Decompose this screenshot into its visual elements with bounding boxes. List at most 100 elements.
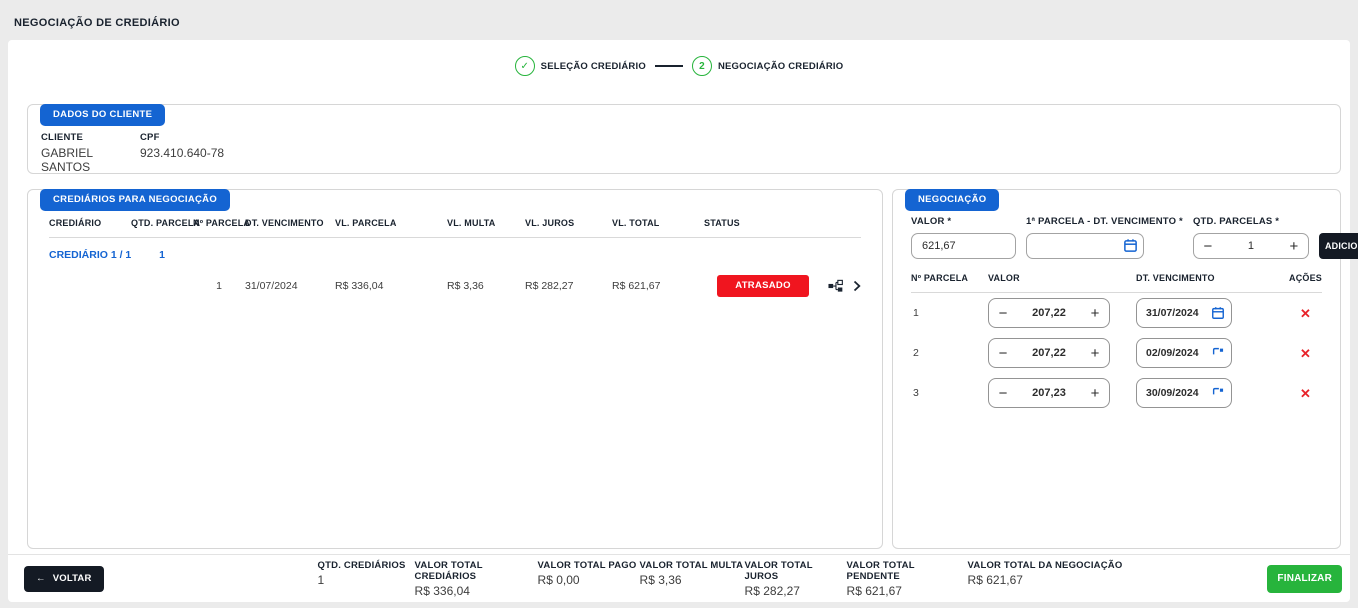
negociacao-form: VALOR * 1ª PARCELA - DT. VENCIMENTO * (911, 216, 1322, 259)
page-title: NEGOCIAÇÃO DE CREDIÁRIO (14, 17, 180, 29)
check-circle-icon: ✓ (515, 56, 535, 76)
step-negociacao-crediario: 2 NEGOCIAÇÃO CREDIÁRIO (692, 56, 843, 76)
minus-icon[interactable]: − (989, 386, 1017, 401)
qtd-parcelas-label: QTD. PARCELAS * (1193, 216, 1309, 227)
voltar-button[interactable]: ← VOLTAR (24, 566, 104, 592)
parcela-date-input[interactable] (1137, 379, 1201, 407)
calendar-icon[interactable] (1211, 386, 1225, 400)
total-valor-pendente: VALOR TOTAL PENDENTE R$ 621,67 (847, 560, 968, 598)
col-vl-total: VL. TOTAL (612, 218, 704, 228)
app-header: NEGOCIAÇÃO DE CREDIÁRIO (0, 0, 1358, 40)
cpf-value: 923.410.640-78 (140, 146, 224, 160)
calendar-icon[interactable] (1123, 238, 1138, 253)
delete-parcela-icon[interactable]: ✕ (1300, 307, 1311, 320)
plus-icon[interactable]: + (1081, 386, 1109, 401)
plus-icon[interactable]: + (1081, 306, 1109, 321)
row-vl-parcela: R$ 336,04 (335, 280, 447, 292)
expand-row-chevron-icon[interactable] (853, 280, 861, 292)
back-arrow-icon: ← (36, 573, 46, 584)
col-valor: VALOR (988, 273, 1136, 283)
qtd-parcelas-value[interactable] (1222, 240, 1280, 252)
total-qtd-crediarios: QTD. CREDIÁRIOS 1 (318, 560, 415, 598)
col-vl-multa: VL. MULTA (447, 218, 525, 228)
col-n-parcela: Nº PARCELA (193, 218, 245, 228)
parcela-number: 3 (911, 387, 988, 399)
parcela-row: 3 − + (911, 373, 1322, 413)
crediarios-panel-badge: CREDIÁRIOS PARA NEGOCIAÇÃO (40, 189, 230, 211)
total-valor-crediarios: VALOR TOTAL CREDIÁRIOS R$ 336,04 (415, 560, 538, 598)
parcela-valor-stepper: − + (988, 378, 1110, 408)
minus-icon[interactable]: − (989, 306, 1017, 321)
crediarios-panel: CREDIÁRIOS PARA NEGOCIAÇÃO CREDIÁRIO QTD… (27, 189, 883, 549)
parcela-valor-input[interactable] (1017, 387, 1081, 399)
calendar-icon[interactable] (1211, 346, 1225, 360)
negociacao-panel: NEGOCIAÇÃO VALOR * 1ª PARCELA - DT. VENC… (892, 189, 1341, 549)
panels-row: CREDIÁRIOS PARA NEGOCIAÇÃO CREDIÁRIO QTD… (27, 189, 1341, 549)
finalizar-button[interactable]: FINALIZAR (1267, 565, 1342, 593)
valor-field-group: VALOR * (911, 216, 1016, 259)
plus-icon[interactable]: + (1280, 239, 1308, 254)
total-valor-pago: VALOR TOTAL PAGO R$ 0,00 (538, 560, 640, 598)
negociacao-panel-badge: NEGOCIAÇÃO (905, 189, 999, 211)
col-status: STATUS (704, 218, 822, 228)
footer-totals: QTD. CREDIÁRIOS 1 VALOR TOTAL CREDIÁRIOS… (318, 559, 1123, 598)
delete-parcela-icon[interactable]: ✕ (1300, 387, 1311, 400)
minus-icon[interactable]: − (989, 346, 1017, 361)
col-acoes: AÇÕES (1289, 273, 1322, 283)
primeira-parcela-label: 1ª PARCELA - DT. VENCIMENTO * (1026, 216, 1183, 227)
parcela-valor-stepper: − + (988, 338, 1110, 368)
wizard-stepper: ✓ SELEÇÃO CREDIÁRIO 2 NEGOCIAÇÃO CREDIÁR… (8, 40, 1350, 76)
row-vl-juros: R$ 282,27 (525, 280, 612, 292)
parcela-valor-input[interactable] (1017, 347, 1081, 359)
col-crediario: CREDIÁRIO (49, 218, 131, 228)
table-row: 1 31/07/2024 R$ 336,04 R$ 3,36 R$ 282,27… (49, 271, 861, 301)
parcela-date-field (1136, 378, 1232, 408)
total-valor-juros: VALOR TOTAL JUROS R$ 282,27 (745, 560, 847, 598)
parcela-valor-stepper: − + (988, 298, 1110, 328)
client-value: GABRIEL SANTOS (41, 146, 140, 174)
parcela-date-field (1136, 298, 1232, 328)
col-n-parcela: Nº PARCELA (911, 273, 988, 283)
parcela-date-field (1136, 338, 1232, 368)
calendar-icon[interactable] (1211, 306, 1225, 320)
valor-input[interactable] (911, 233, 1016, 259)
col-dt-vencimento: DT. VENCIMENTO (245, 218, 335, 228)
delete-parcela-icon[interactable]: ✕ (1300, 347, 1311, 360)
row-vl-total: R$ 621,67 (612, 280, 704, 292)
parcela-number: 1 (911, 307, 988, 319)
crediario-group-name: CREDIÁRIO 1 / 1 (49, 249, 131, 261)
parcela-valor-input[interactable] (1017, 307, 1081, 319)
voltar-label: VOLTAR (53, 573, 92, 584)
main-panel: ✓ SELEÇÃO CREDIÁRIO 2 NEGOCIAÇÃO CREDIÁR… (8, 40, 1350, 602)
primeira-parcela-field-group: 1ª PARCELA - DT. VENCIMENTO * (1026, 216, 1183, 259)
minus-icon[interactable]: − (1194, 239, 1222, 254)
parcela-number: 2 (911, 347, 988, 359)
row-n-parcela: 1 (193, 280, 245, 292)
client-data-card: DADOS DO CLIENTE CLIENTE GABRIEL SANTOS … (27, 104, 1341, 174)
primeira-parcela-date-wrap (1026, 233, 1144, 259)
step-connector (655, 65, 683, 67)
check-icon: ✓ (520, 61, 528, 72)
parcela-date-input[interactable] (1137, 339, 1201, 367)
total-valor-multa: VALOR TOTAL MULTA R$ 3,36 (640, 560, 745, 598)
step-2-circle-icon: 2 (692, 56, 712, 76)
total-valor-negociacao: VALOR TOTAL DA NEGOCIAÇÃO R$ 621,67 (968, 560, 1123, 598)
col-dt-vencimento: DT. VENCIMENTO (1136, 273, 1289, 283)
negociacao-body: VALOR * 1ª PARCELA - DT. VENCIMENTO * (893, 190, 1340, 413)
crediario-group-qtd: 1 (131, 249, 193, 261)
step-selecao-crediario: ✓ SELEÇÃO CREDIÁRIO (515, 56, 646, 76)
adicionar-button[interactable]: ADICIONAR (1319, 233, 1358, 259)
row-dt-vencimento: 31/07/2024 (245, 280, 335, 292)
client-card-badge: DADOS DO CLIENTE (40, 104, 165, 126)
client-fields: CLIENTE GABRIEL SANTOS CPF 923.410.640-7… (28, 105, 1340, 174)
col-vl-parcela: VL. PARCELA (335, 218, 447, 228)
row-vl-multa: R$ 3,36 (447, 280, 525, 292)
plus-icon[interactable]: + (1081, 346, 1109, 361)
col-vl-juros: VL. JUROS (525, 218, 612, 228)
row-actions (822, 279, 861, 293)
installments-tree-icon[interactable] (828, 279, 843, 293)
step-label: SELEÇÃO CREDIÁRIO (541, 61, 646, 72)
parcelas-table: Nº PARCELA VALOR DT. VENCIMENTO AÇÕES 1 … (911, 273, 1322, 413)
parcela-date-input[interactable] (1137, 299, 1201, 327)
status-badge: ATRASADO (717, 275, 809, 297)
